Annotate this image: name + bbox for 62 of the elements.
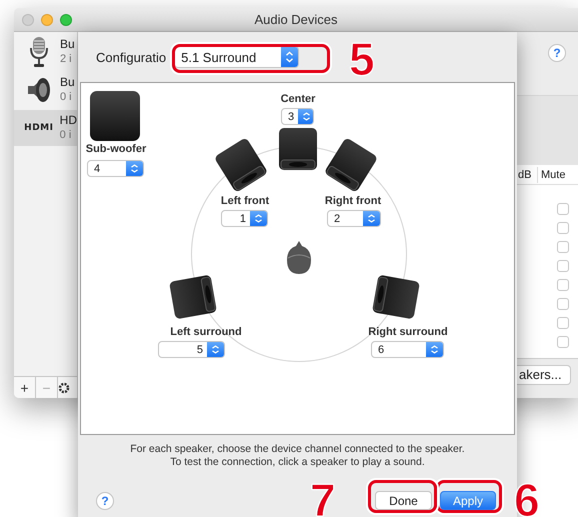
chevron-icon: [426, 342, 443, 357]
instruction-text: To test the connection, click a speaker to play a sound.: [169, 456, 426, 469]
speaker-label: Right surround: [368, 326, 448, 338]
mute-checkbox[interactable]: [557, 317, 569, 329]
instruction-text: For each speaker, choose the device channel connected to the speaker.: [129, 443, 466, 456]
mute-checkbox[interactable]: [557, 222, 569, 234]
listener-head-icon: [284, 240, 314, 276]
speaker-label: Right front: [324, 195, 382, 207]
chevron-icon: [126, 161, 143, 176]
close-button[interactable]: [22, 14, 34, 26]
window-title: Audio Devices: [254, 12, 338, 27]
device-item[interactable]: Bu 0 i: [14, 72, 77, 108]
mute-checkbox[interactable]: [557, 241, 569, 253]
mute-checkbox[interactable]: [557, 336, 569, 348]
highlight-frame: [368, 480, 437, 513]
minimize-button[interactable]: [41, 14, 53, 26]
speaker-label: Sub-woofer: [86, 143, 146, 155]
device-detail: 0 i: [60, 128, 72, 143]
chevron-icon: [298, 109, 313, 124]
channel-select[interactable]: 6: [371, 341, 444, 358]
device-name: Bu: [60, 75, 75, 90]
device-name: HD: [60, 113, 77, 128]
device-detail: 2 i: [60, 52, 73, 67]
speaker-icon[interactable]: [278, 127, 318, 171]
channel-select[interactable]: 1: [221, 210, 268, 227]
gear-icon[interactable]: [58, 382, 70, 394]
device-item[interactable]: Bu 2 i: [14, 34, 77, 70]
step-number: 7: [310, 477, 336, 517]
configuration-label: Configuratio: [96, 50, 166, 64]
help-button[interactable]: ?: [548, 44, 566, 62]
mute-checkbox[interactable]: [557, 260, 569, 272]
add-button[interactable]: +: [14, 377, 36, 398]
device-detail: 0 i: [60, 90, 73, 105]
device-name: Bu: [60, 37, 75, 52]
channel-select[interactable]: 4: [87, 160, 144, 177]
chevron-icon: [281, 47, 298, 67]
column-header[interactable]: Mute: [537, 166, 578, 182]
help-button[interactable]: ?: [96, 492, 114, 510]
speaker-label: Left surround: [170, 326, 242, 338]
mute-checkbox[interactable]: [557, 298, 569, 310]
done-button[interactable]: Done: [375, 491, 432, 510]
speaker-label: Center: [280, 93, 316, 105]
configuration-select[interactable]: 5.1 Surround: [174, 46, 300, 68]
chevron-icon: [363, 211, 380, 226]
speaker-label: Left front: [220, 195, 270, 207]
step-number: 6: [514, 477, 540, 517]
hdmi-logo: HDMI: [24, 123, 54, 133]
channel-select[interactable]: 3: [281, 108, 314, 125]
chevron-icon: [207, 342, 224, 357]
step-number: 5: [349, 36, 375, 82]
speaker-icon: [25, 76, 53, 104]
zoom-button[interactable]: [60, 14, 72, 26]
highlight-frame: [436, 480, 502, 513]
channel-select[interactable]: 2: [327, 210, 381, 227]
configure-speakers-button[interactable]: akers...: [517, 364, 571, 384]
column-header[interactable]: dB: [517, 166, 537, 182]
chevron-icon: [250, 211, 267, 226]
channel-select[interactable]: 5: [158, 341, 225, 358]
subwoofer-icon[interactable]: [89, 90, 141, 142]
microphone-icon: [29, 36, 49, 68]
mute-checkbox[interactable]: [557, 279, 569, 291]
mute-checkbox[interactable]: [557, 203, 569, 215]
